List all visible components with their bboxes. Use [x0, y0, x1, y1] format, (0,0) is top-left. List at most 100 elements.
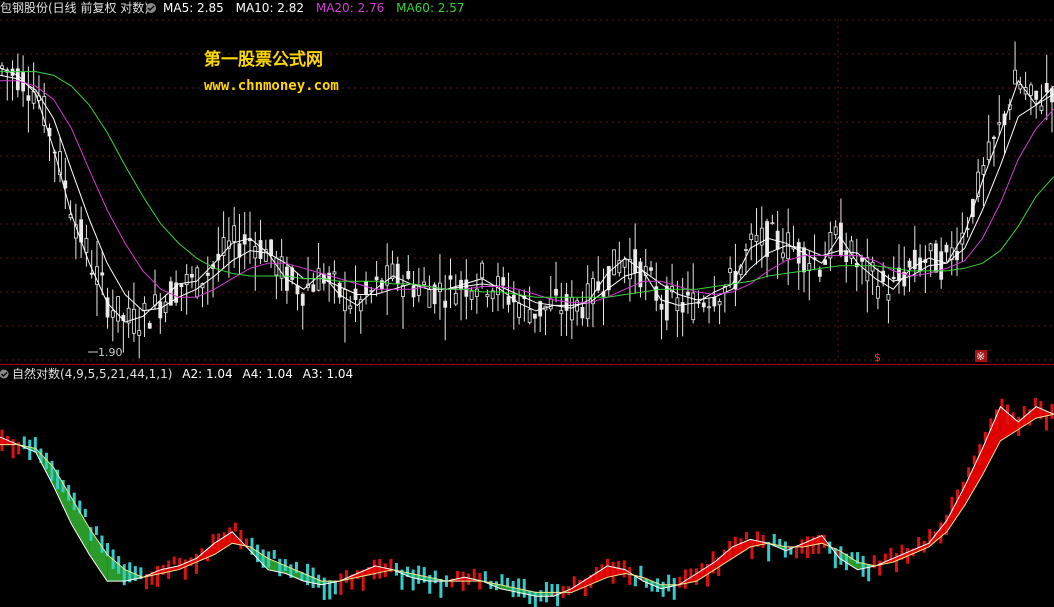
candle-body[interactable]: [374, 276, 379, 281]
candle-body[interactable]: [833, 226, 838, 235]
candle-body[interactable]: [132, 308, 136, 334]
candle-body[interactable]: [443, 300, 448, 308]
candle-body[interactable]: [939, 251, 944, 280]
candle-body[interactable]: [1034, 90, 1039, 100]
candle-body[interactable]: [633, 249, 638, 273]
candle-body[interactable]: [364, 281, 368, 295]
candle-body[interactable]: [918, 257, 922, 272]
candle-body[interactable]: [844, 250, 849, 263]
candle-body[interactable]: [781, 252, 785, 258]
candle-body[interactable]: [712, 297, 717, 307]
candle-body[interactable]: [749, 233, 754, 241]
candle-body[interactable]: [897, 267, 901, 281]
candle-body[interactable]: [612, 249, 616, 276]
candle-body[interactable]: [311, 284, 316, 292]
candle-body[interactable]: [237, 243, 242, 258]
candle-body[interactable]: [163, 301, 168, 314]
candle-body[interactable]: [26, 95, 31, 101]
candle-body[interactable]: [1028, 84, 1033, 96]
candle-body[interactable]: [649, 267, 653, 271]
candle-body[interactable]: [474, 288, 479, 297]
candle-body[interactable]: [981, 165, 986, 175]
candle-body[interactable]: [517, 302, 521, 318]
candle-body[interactable]: [559, 310, 564, 315]
candle-body[interactable]: [875, 286, 880, 299]
candle-body[interactable]: [548, 298, 553, 310]
candle-body[interactable]: [89, 272, 94, 275]
candle-body[interactable]: [554, 288, 558, 296]
candle-body[interactable]: [944, 244, 949, 253]
candle-body[interactable]: [116, 296, 120, 322]
candle-body[interactable]: [928, 243, 933, 252]
candle-body[interactable]: [190, 274, 194, 278]
candle-body[interactable]: [569, 297, 574, 321]
candle-body[interactable]: [659, 303, 664, 310]
candle-body[interactable]: [622, 258, 627, 268]
candle-body[interactable]: [343, 289, 347, 312]
candle-body[interactable]: [707, 306, 711, 309]
candle-body[interactable]: [464, 279, 469, 297]
candle-body[interactable]: [817, 269, 822, 277]
candle-body[interactable]: [717, 301, 722, 306]
candle-body[interactable]: [691, 292, 696, 321]
candle-body[interactable]: [796, 242, 801, 264]
candle-body[interactable]: [728, 268, 733, 273]
candle-body[interactable]: [664, 285, 669, 321]
candle-body[interactable]: [891, 276, 896, 279]
candle-body[interactable]: [802, 247, 806, 273]
candle-body[interactable]: [997, 122, 1002, 125]
candle-body[interactable]: [253, 246, 258, 259]
candle-body[interactable]: [332, 271, 337, 275]
candle-body[interactable]: [295, 285, 300, 295]
candle-body[interactable]: [934, 243, 938, 273]
candle-body[interactable]: [886, 294, 891, 301]
candle-body[interactable]: [110, 310, 115, 318]
candle-body[interactable]: [480, 262, 485, 279]
candle-body[interactable]: [406, 271, 411, 279]
candle-body[interactable]: [775, 230, 780, 250]
candle-body[interactable]: [606, 266, 611, 291]
event-marker-symbol[interactable]: ※: [976, 350, 985, 363]
stock-title[interactable]: 包钢股份(日线 前复权 对数): [0, 0, 149, 15]
candle-body[interactable]: [986, 141, 991, 161]
candle-body[interactable]: [580, 306, 585, 319]
candle-body[interactable]: [348, 305, 353, 310]
candle-body[interactable]: [701, 302, 706, 308]
candle-body[interactable]: [453, 292, 458, 305]
candle-body[interactable]: [195, 267, 200, 298]
candle-body[interactable]: [205, 272, 210, 276]
candle-body[interactable]: [907, 260, 912, 268]
event-marker-dollar[interactable]: $: [874, 351, 881, 364]
candle-body[interactable]: [84, 237, 89, 253]
candle-body[interactable]: [501, 277, 506, 286]
candle-body[interactable]: [137, 330, 142, 336]
candle-body[interactable]: [232, 225, 237, 242]
candle-body[interactable]: [448, 275, 453, 280]
candle-body[interactable]: [1039, 105, 1044, 111]
candle-body[interactable]: [744, 249, 748, 251]
candle-body[interactable]: [1044, 82, 1049, 93]
candle-body[interactable]: [179, 284, 184, 288]
candle-body[interactable]: [269, 239, 273, 257]
candle-body[interactable]: [1013, 69, 1017, 85]
candle-body[interactable]: [300, 293, 305, 306]
candle-body[interactable]: [686, 291, 690, 296]
candle-body[interactable]: [147, 322, 152, 329]
candle-body[interactable]: [770, 222, 775, 225]
candle-body[interactable]: [385, 265, 390, 286]
candle-body[interactable]: [142, 302, 147, 312]
candle-body[interactable]: [469, 290, 474, 300]
settings-icon[interactable]: [146, 3, 156, 13]
candle-body[interactable]: [506, 296, 511, 305]
candle-body[interactable]: [992, 136, 996, 139]
candle-body[interactable]: [527, 309, 532, 323]
candle-body[interactable]: [395, 263, 400, 284]
candle-body[interactable]: [754, 234, 759, 242]
candle-body[interactable]: [100, 272, 105, 276]
candle-body[interactable]: [411, 285, 416, 298]
candle-body[interactable]: [401, 285, 405, 297]
candle-body[interactable]: [158, 301, 163, 319]
candle-body[interactable]: [533, 313, 537, 319]
candle-body[interactable]: [828, 232, 833, 259]
indicator-title[interactable]: 自然对数(4,9,5,5,21,44,1,1): [12, 366, 172, 381]
